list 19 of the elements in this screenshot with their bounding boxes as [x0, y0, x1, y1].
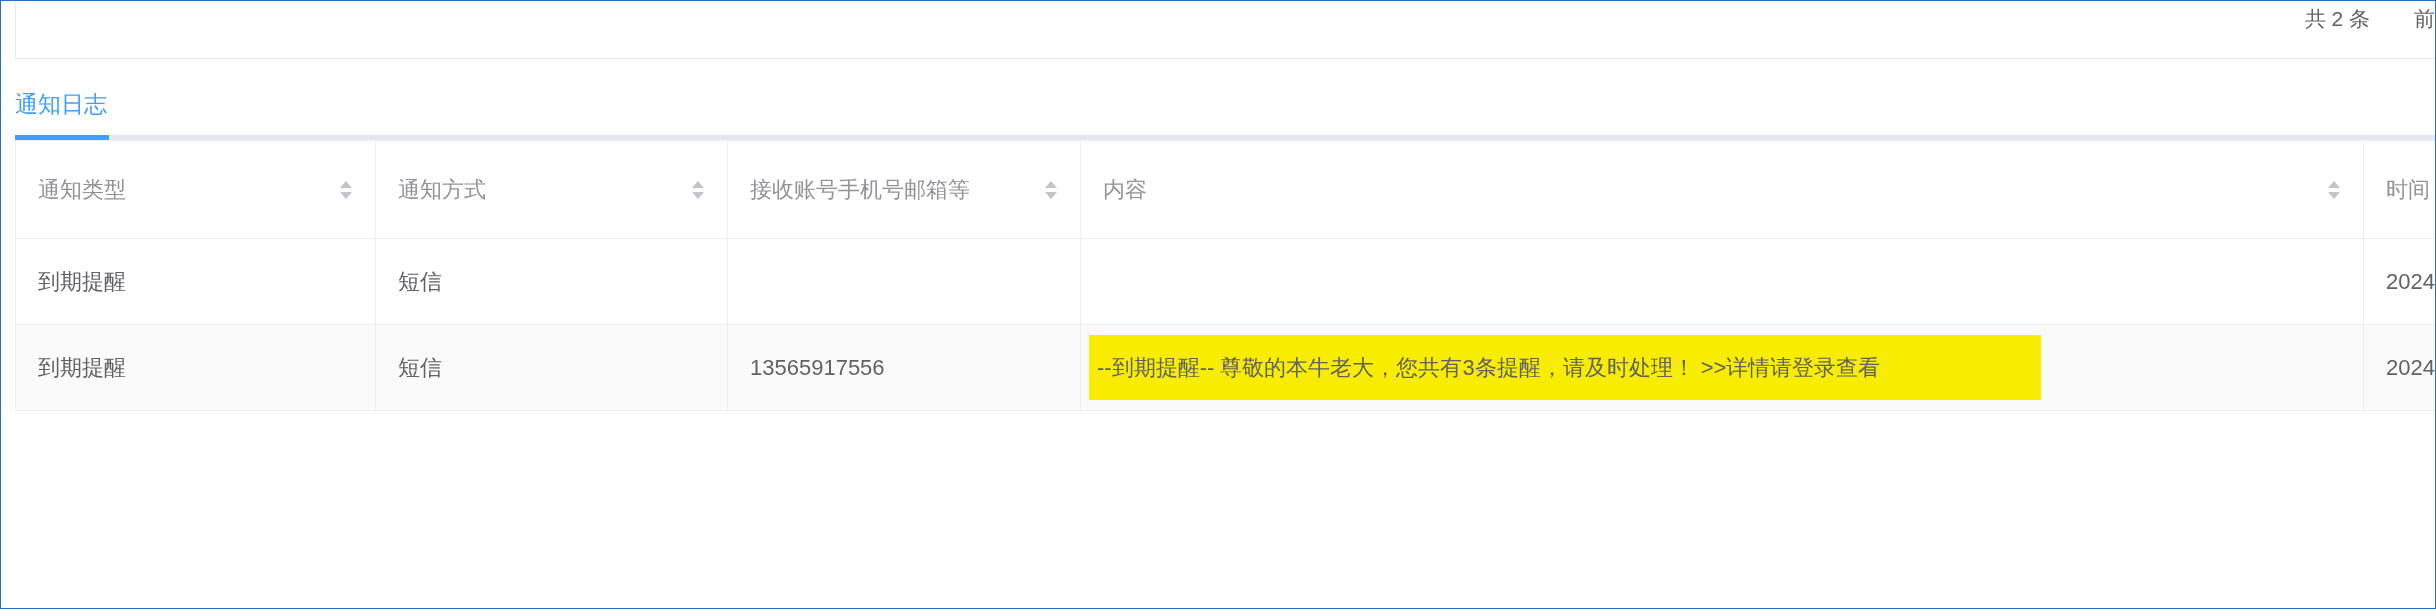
cell-text: 短信 — [398, 355, 442, 380]
column-header: 接收账号手机号邮箱等 — [750, 176, 970, 204]
column-header: 通知类型 — [38, 176, 126, 204]
cell-text: 13565917556 — [750, 355, 885, 380]
column-header: 时间 — [2386, 176, 2430, 204]
sort-icon[interactable] — [691, 179, 705, 200]
cell-text: 2024 — [2386, 269, 2435, 294]
cell-text: 到期提醒 — [38, 355, 126, 380]
sort-icon[interactable] — [2327, 179, 2341, 200]
cell-text: 短信 — [398, 269, 442, 294]
goto-label: 前 — [2414, 6, 2435, 32]
column-header: 内容 — [1103, 176, 1147, 204]
sort-icon[interactable] — [1044, 179, 1058, 200]
sort-icon[interactable] — [339, 179, 353, 200]
total-count: 共 2 条 — [2304, 6, 2370, 32]
column-header: 通知方式 — [398, 176, 486, 204]
cell-text: 到期提醒 — [38, 269, 126, 294]
cell-text: 2024 — [2386, 355, 2435, 380]
highlighted-text: --到期提醒-- 尊敬的本牛老大，您共有3条提醒，请及时处理！ >>详情请登录查看 — [1089, 335, 2041, 400]
